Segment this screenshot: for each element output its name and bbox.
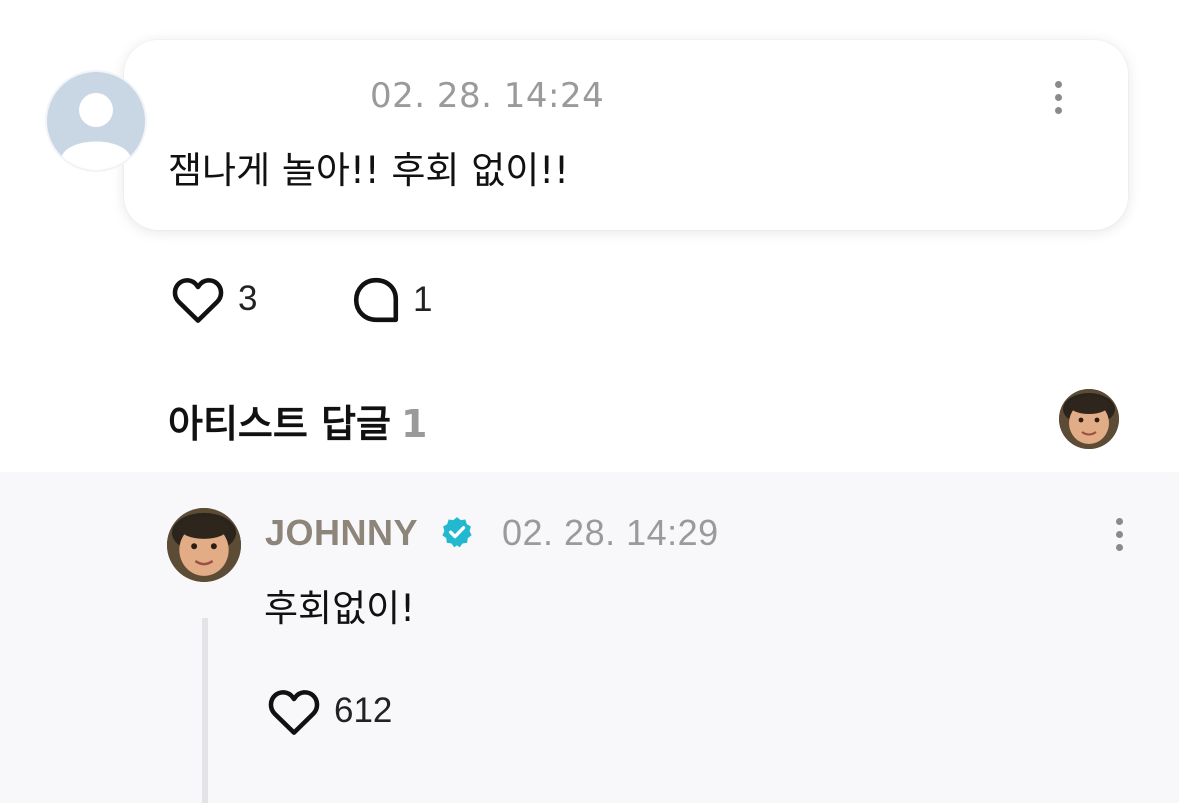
default-user-icon bbox=[61, 93, 131, 170]
artist-replies-title: 아티스트 답글 1 bbox=[168, 393, 427, 448]
reply-more-button[interactable] bbox=[1104, 512, 1134, 556]
comment-bubble-icon bbox=[353, 277, 399, 323]
artist-replies-count: 1 bbox=[401, 402, 428, 446]
reply-timestamp: 02. 28. 14:29 bbox=[502, 512, 719, 553]
fan-comment-text: 잼나게 놀아!! 후회 없이!! bbox=[168, 149, 569, 192]
thread-line bbox=[202, 618, 208, 803]
artist-photo bbox=[167, 508, 241, 582]
artist-avatar[interactable] bbox=[167, 508, 241, 582]
artist-avatar-small[interactable] bbox=[1059, 389, 1119, 449]
more-vertical-icon bbox=[1115, 517, 1123, 525]
fan-comment-reply-button[interactable]: 1 bbox=[351, 276, 432, 324]
artist-photo bbox=[1059, 389, 1119, 449]
fan-comment-like-count: 3 bbox=[238, 279, 258, 318]
fan-comment-like-button[interactable]: 3 bbox=[170, 274, 257, 324]
artist-name[interactable]: JOHNNY bbox=[265, 512, 418, 554]
reply-like-count: 612 bbox=[334, 691, 393, 730]
reply-like-button[interactable]: 612 bbox=[266, 686, 392, 736]
heart-icon bbox=[268, 690, 320, 735]
fan-comment-card bbox=[124, 40, 1128, 230]
heart-icon bbox=[172, 278, 224, 323]
reply-text: 후회없이! bbox=[264, 587, 415, 630]
fan-comment-timestamp: 02. 28. 14:24 bbox=[370, 76, 605, 116]
fan-comment-reply-count: 1 bbox=[413, 280, 433, 319]
verified-badge-icon bbox=[440, 515, 474, 549]
fan-comment-more-button[interactable] bbox=[1043, 75, 1073, 119]
more-vertical-icon bbox=[1054, 80, 1062, 88]
fan-avatar[interactable] bbox=[47, 72, 145, 170]
artist-replies-label: 아티스트 답글 bbox=[168, 402, 391, 446]
